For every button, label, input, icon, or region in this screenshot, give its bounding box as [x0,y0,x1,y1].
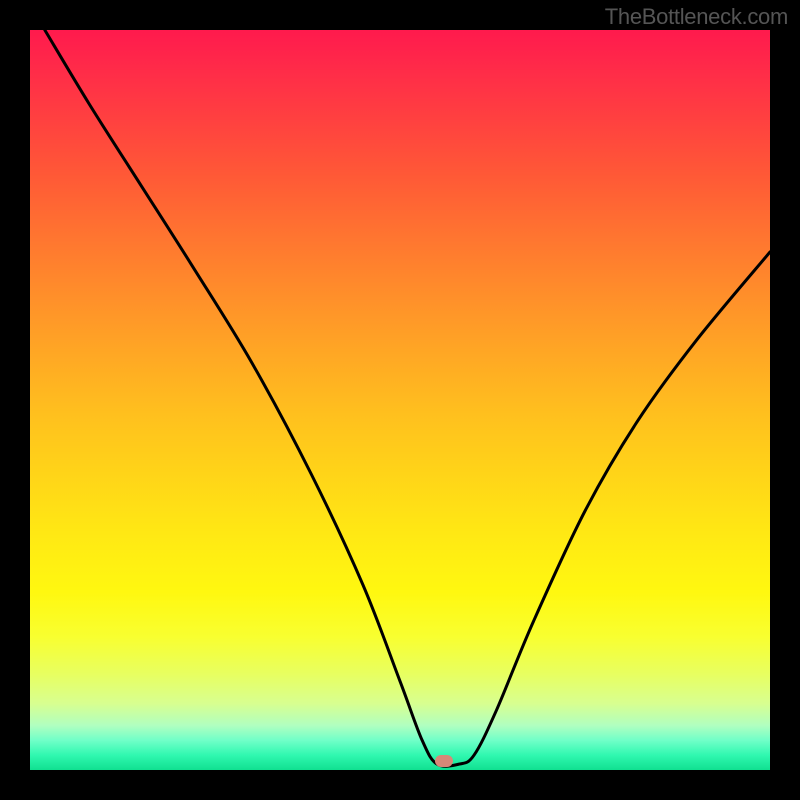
watermark-label: TheBottleneck.com [605,4,788,30]
chart-plot-area [30,30,770,770]
bottleneck-curve-path [45,30,770,766]
optimal-point-marker [435,755,453,767]
chart-line [30,30,770,770]
